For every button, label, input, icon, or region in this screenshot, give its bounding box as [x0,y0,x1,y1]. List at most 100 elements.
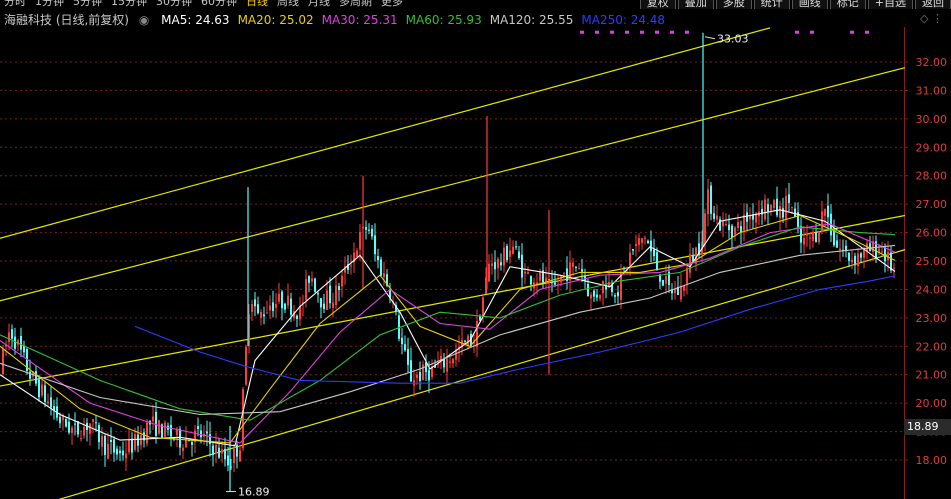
candle-body [77,421,79,435]
y-tick-label: 22.00 [916,340,948,353]
candle-body [410,360,412,382]
candle-body [14,336,16,349]
y-tick-label: 32.00 [916,56,948,69]
candle-body [674,289,676,294]
candle-body [476,321,478,348]
candle-body [521,254,523,278]
candle-body [812,231,814,241]
candle-body [38,379,40,398]
tool-button[interactable]: 多股 [715,0,752,9]
period-tab[interactable]: 更多 [381,0,403,8]
tool-button[interactable]: 统计 [753,0,790,9]
period-tab[interactable]: 分时 [4,0,26,8]
candle-body [98,425,100,443]
candle-body [197,425,199,429]
y-tick-label: 28.00 [916,170,948,183]
candle-body [647,240,649,244]
candle-body [341,275,343,287]
candle-body [44,385,46,402]
candle-body [815,232,817,242]
candle-body [359,232,361,250]
candle-body [2,348,4,375]
candle-body [374,235,376,255]
indicator-legend: 海融科技 (日线,前复权) ◉ MA5: 24.63 MA20: 25.02 MA3… [4,11,665,28]
candle-body [887,251,889,261]
candle-body [11,329,13,339]
candle-body [566,268,568,281]
candle-body [857,253,859,267]
candle-body [113,439,115,453]
y-tick-label: 26.00 [916,227,948,240]
candle-body [818,232,820,243]
candle-body [563,272,565,274]
candle-body [191,442,193,445]
more-icon[interactable]: ⋮ [932,12,943,25]
candle-body [338,286,340,291]
candle-body [494,262,496,270]
ma-legend-item: MA20: 25.02 [237,13,314,27]
candle-body [131,438,133,453]
candle-body [365,227,367,230]
period-tab[interactable]: 5分钟 [73,0,102,8]
candle-body [260,312,262,318]
candle-body [653,249,655,257]
tool-button[interactable]: +自选 [867,0,913,9]
period-tab[interactable]: 周线 [277,0,299,8]
candle-body [860,253,862,258]
settings-gear-icon[interactable]: ◉ [139,13,149,27]
candle-body [833,230,835,246]
kline-chart[interactable]: 18.0019.0020.0021.0022.0023.0024.0025.00… [0,0,951,499]
candle-body [380,259,382,276]
candle-body [137,434,139,446]
period-tab[interactable]: 15分钟 [111,0,147,8]
candle-body [524,271,526,274]
candle-body [101,435,103,447]
period-tab[interactable]: 60分钟 [201,0,237,8]
candle-body [635,244,637,247]
candle-body [716,215,718,220]
candle-body [515,246,517,248]
candle-body [332,302,334,308]
candle-body [578,268,580,270]
candle-body [68,421,70,433]
tool-button[interactable]: 复权 [639,0,676,9]
candle-body [245,346,247,385]
candle-body [371,228,373,237]
candle-body [656,252,658,271]
candle-body [785,196,787,219]
candle-body [500,262,502,266]
candle-body [488,263,490,282]
candle-body [782,208,784,218]
candle-body [41,384,43,396]
period-tab[interactable]: 月线 [308,0,330,8]
candle-body [323,303,325,309]
candle-body [731,225,733,238]
candle-body [215,444,217,454]
candle-body [326,290,328,310]
tool-button[interactable]: 画线 [791,0,828,9]
tool-button[interactable]: 叠加 [677,0,714,9]
diamond-icon[interactable]: ◇ [920,12,928,25]
candle-body [116,448,118,455]
y-tick-label: 18.00 [916,454,948,467]
candle-body [128,440,130,453]
period-tab[interactable]: 日线 [246,0,268,8]
period-tab[interactable]: 30分钟 [156,0,192,8]
candle-body [617,292,619,297]
period-tab[interactable]: 1分钟 [35,0,64,8]
tool-button[interactable]: 标记 [829,0,866,9]
candle-body [776,198,778,216]
signal-marker [865,30,869,34]
tool-button[interactable]: 返回 [915,0,951,9]
signal-marker [580,30,584,34]
y-tick-label: 31.00 [916,84,948,97]
candle-body [638,238,640,246]
period-tab[interactable]: 多周期 [339,0,372,8]
chart-corner-icons[interactable]: ◇ ⋮ [920,12,943,25]
candle-body [8,332,10,342]
candle-body [707,189,709,215]
candle-body [290,298,292,315]
y-tick-label: 27.00 [916,198,948,211]
candle-body [419,371,421,381]
signal-marker [625,30,629,34]
